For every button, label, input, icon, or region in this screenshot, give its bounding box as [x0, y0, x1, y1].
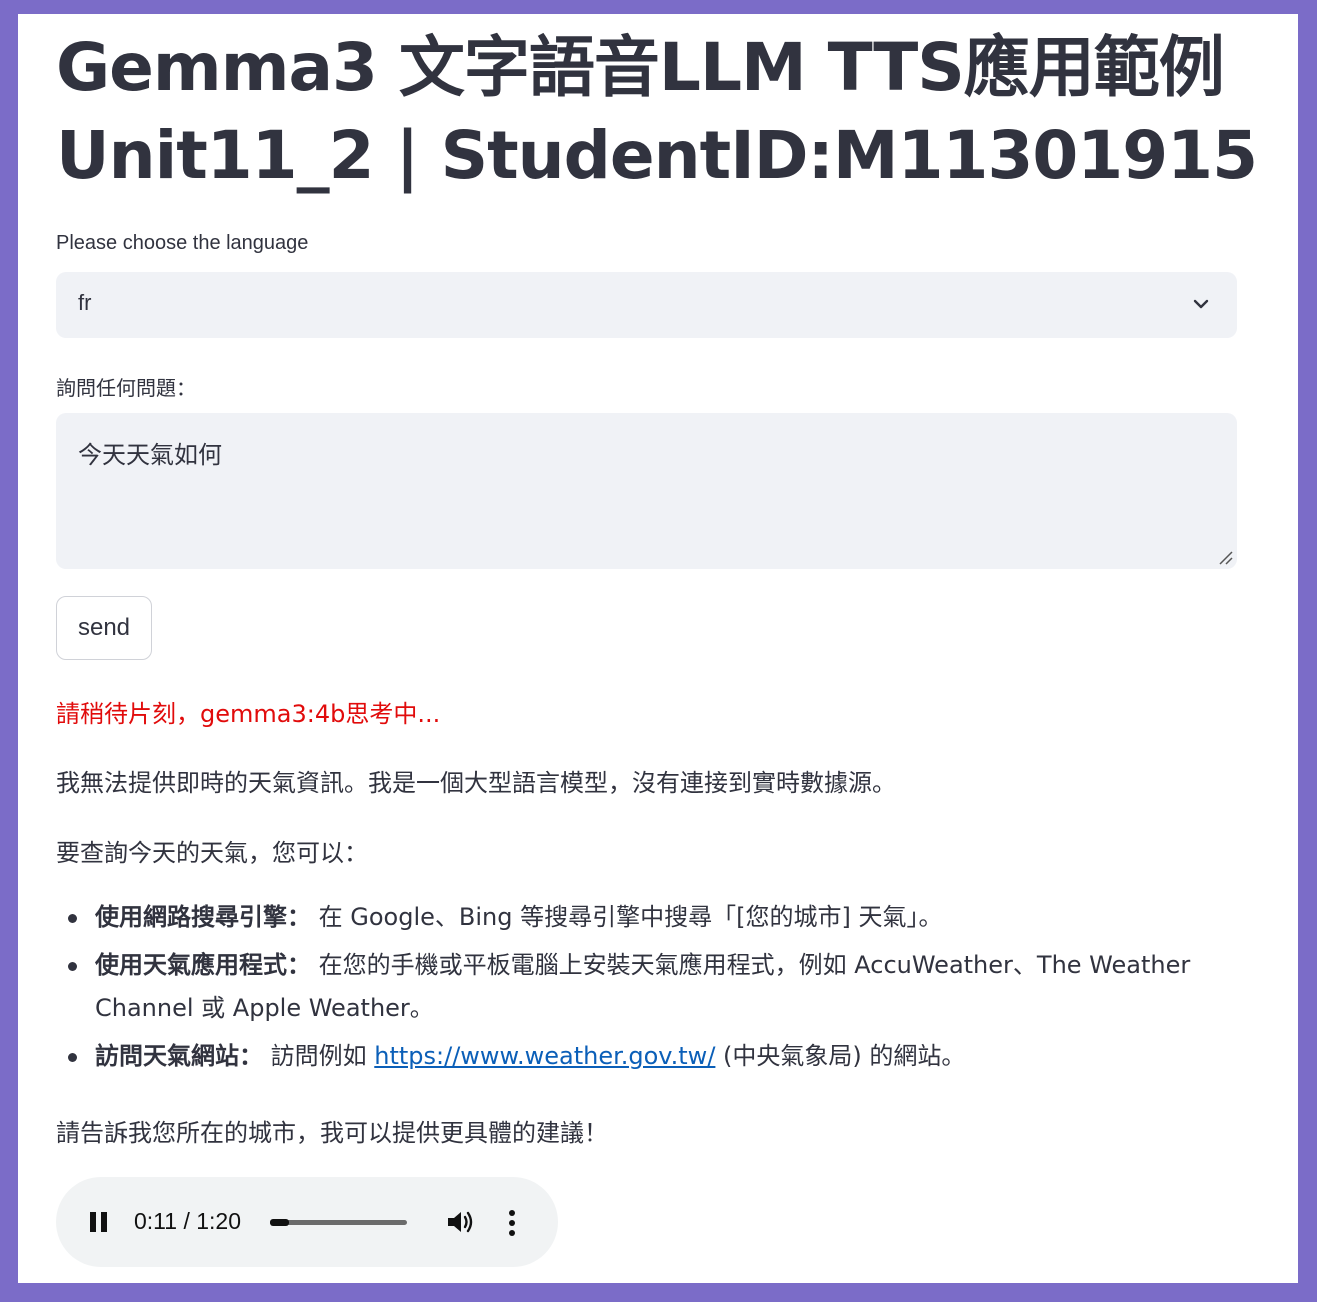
title-line-1: Gemma3 文字語音LLM TTS應用範例 — [56, 29, 1225, 106]
response-paragraph-1: 我無法提供即時的天氣資訊。我是一個大型語言模型，沒有連接到實時數據源。 — [56, 769, 896, 797]
list-item-text: 在 Google、Bing 等搜尋引擎中搜尋「[您的城市] 天氣」。 — [311, 903, 943, 931]
question-value: 今天天氣如何 — [78, 441, 222, 469]
resize-handle-icon[interactable] — [1217, 549, 1233, 565]
suggestion-list: 使用網路搜尋引擎： 在 Google、Bing 等搜尋引擎中搜尋「[您的城市] … — [56, 896, 1245, 1083]
response-paragraph-2: 要查詢今天的天氣，您可以： — [56, 839, 368, 867]
audio-progress-bar[interactable] — [270, 1219, 407, 1226]
list-item-text: (中央氣象局) 的網站。 — [715, 1042, 966, 1070]
title-line-2: Unit11_2 | StudentID:M11301915 — [56, 117, 1258, 194]
question-label: 詢問任何問題： — [56, 378, 196, 400]
app-frame: Gemma3 文字語音LLM TTS應用範例 Unit11_2 | Studen… — [18, 14, 1298, 1283]
list-item: 使用天氣應用程式： 在您的手機或平板電腦上安裝天氣應用程式，例如 AccuWea… — [68, 944, 1245, 1030]
list-item-title: 使用網路搜尋引擎： — [95, 903, 311, 931]
audio-progress-fill — [270, 1219, 289, 1226]
response-paragraph-3: 請告訴我您所在的城市，我可以提供更具體的建議！ — [56, 1119, 608, 1147]
audio-player: 0:11 / 1:20 — [56, 1177, 558, 1267]
audio-time-display: 0:11 / 1:20 — [134, 1208, 241, 1234]
volume-icon[interactable] — [446, 1209, 474, 1235]
list-item: 使用網路搜尋引擎： 在 Google、Bing 等搜尋引擎中搜尋「[您的城市] … — [68, 896, 1245, 939]
list-item: 訪問天氣網站： 訪問例如 https://www.weather.gov.tw/… — [68, 1035, 1245, 1078]
language-select[interactable]: fr — [56, 272, 1237, 338]
weather-site-link[interactable]: https://www.weather.gov.tw/ — [374, 1042, 715, 1070]
question-textarea[interactable]: 今天天氣如何 — [56, 413, 1237, 569]
send-button[interactable]: send — [56, 596, 152, 660]
pause-icon[interactable] — [90, 1212, 108, 1232]
list-item-title: 訪問天氣網站： — [95, 1042, 263, 1070]
status-message: 請稍待片刻，gemma3:4b思考中... — [56, 700, 441, 728]
more-options-icon[interactable] — [508, 1210, 516, 1236]
list-item-title: 使用天氣應用程式： — [95, 951, 311, 979]
page-title: Gemma3 文字語音LLM TTS應用範例 Unit11_2 | Studen… — [56, 24, 1296, 200]
chevron-down-icon — [1193, 299, 1209, 309]
list-item-text: 訪問例如 — [263, 1042, 375, 1070]
language-select-label: Please choose the language — [56, 232, 309, 254]
language-select-value: fr — [78, 290, 92, 315]
